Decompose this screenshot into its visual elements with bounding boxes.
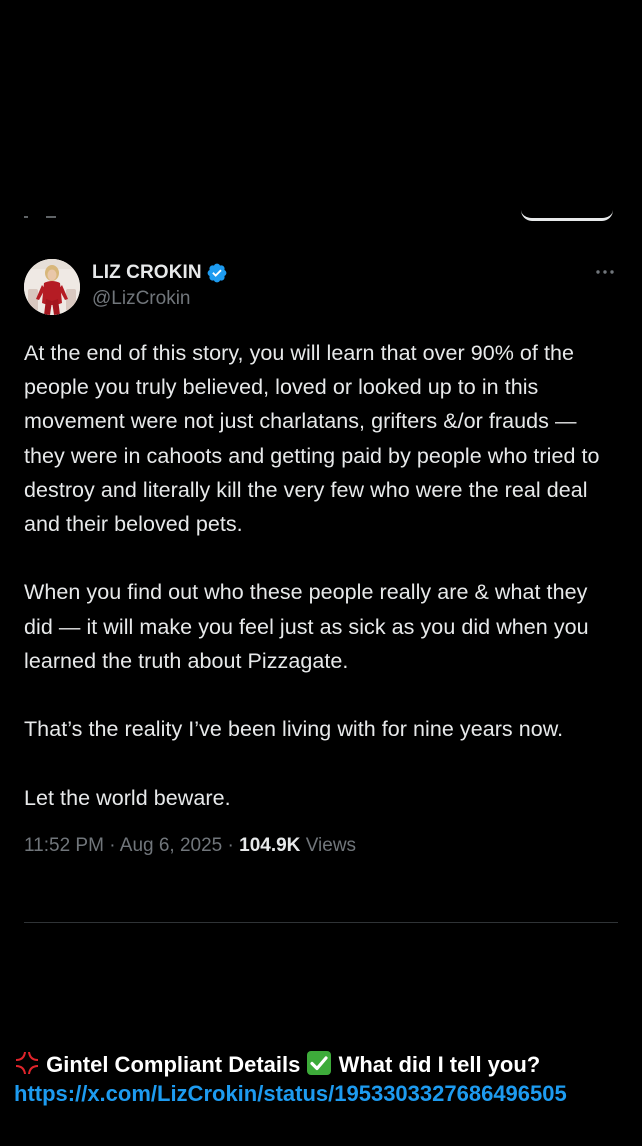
status-link[interactable]: https://x.com/LizCrokin/status/195330332… xyxy=(14,1079,634,1108)
more-horizontal-icon[interactable] xyxy=(594,262,616,282)
tweet: LIZ CROKIN @LizCrokin At the end of this… xyxy=(24,256,618,857)
check-mark-button-icon xyxy=(306,1050,332,1076)
tweet-date[interactable]: Aug 6, 2025 xyxy=(120,835,222,856)
display-name-row: LIZ CROKIN xyxy=(92,260,228,286)
tweet-metadata: 11:52 PM · Aug 6, 2025 · 104.9K Views xyxy=(24,835,618,857)
divider xyxy=(24,922,618,923)
handle[interactable]: @LizCrokin xyxy=(92,288,228,310)
caption-text-2: What did I tell you? xyxy=(332,1052,541,1077)
anger-symbol-icon xyxy=(14,1050,40,1076)
views-count[interactable]: 104.9K xyxy=(239,835,300,856)
verified-badge-icon xyxy=(206,262,228,284)
scrolled-button-fragment xyxy=(521,210,613,221)
tweet-header: LIZ CROKIN @LizCrokin xyxy=(24,256,618,316)
avatar[interactable] xyxy=(24,259,80,315)
meta-separator: · xyxy=(222,834,240,856)
display-name[interactable]: LIZ CROKIN xyxy=(92,262,202,284)
meta-separator: · xyxy=(103,834,120,856)
tweet-text: At the end of this story, you will learn… xyxy=(24,341,600,810)
views-label: Views xyxy=(305,834,357,856)
scrolled-content-fragment xyxy=(24,216,64,220)
caption: Gintel Compliant Details What did I tell… xyxy=(14,1050,634,1108)
caption-text-1: Gintel Compliant Details xyxy=(40,1052,307,1077)
author-names: LIZ CROKIN @LizCrokin xyxy=(92,260,228,310)
tweet-time[interactable]: 11:52 PM xyxy=(24,835,104,856)
